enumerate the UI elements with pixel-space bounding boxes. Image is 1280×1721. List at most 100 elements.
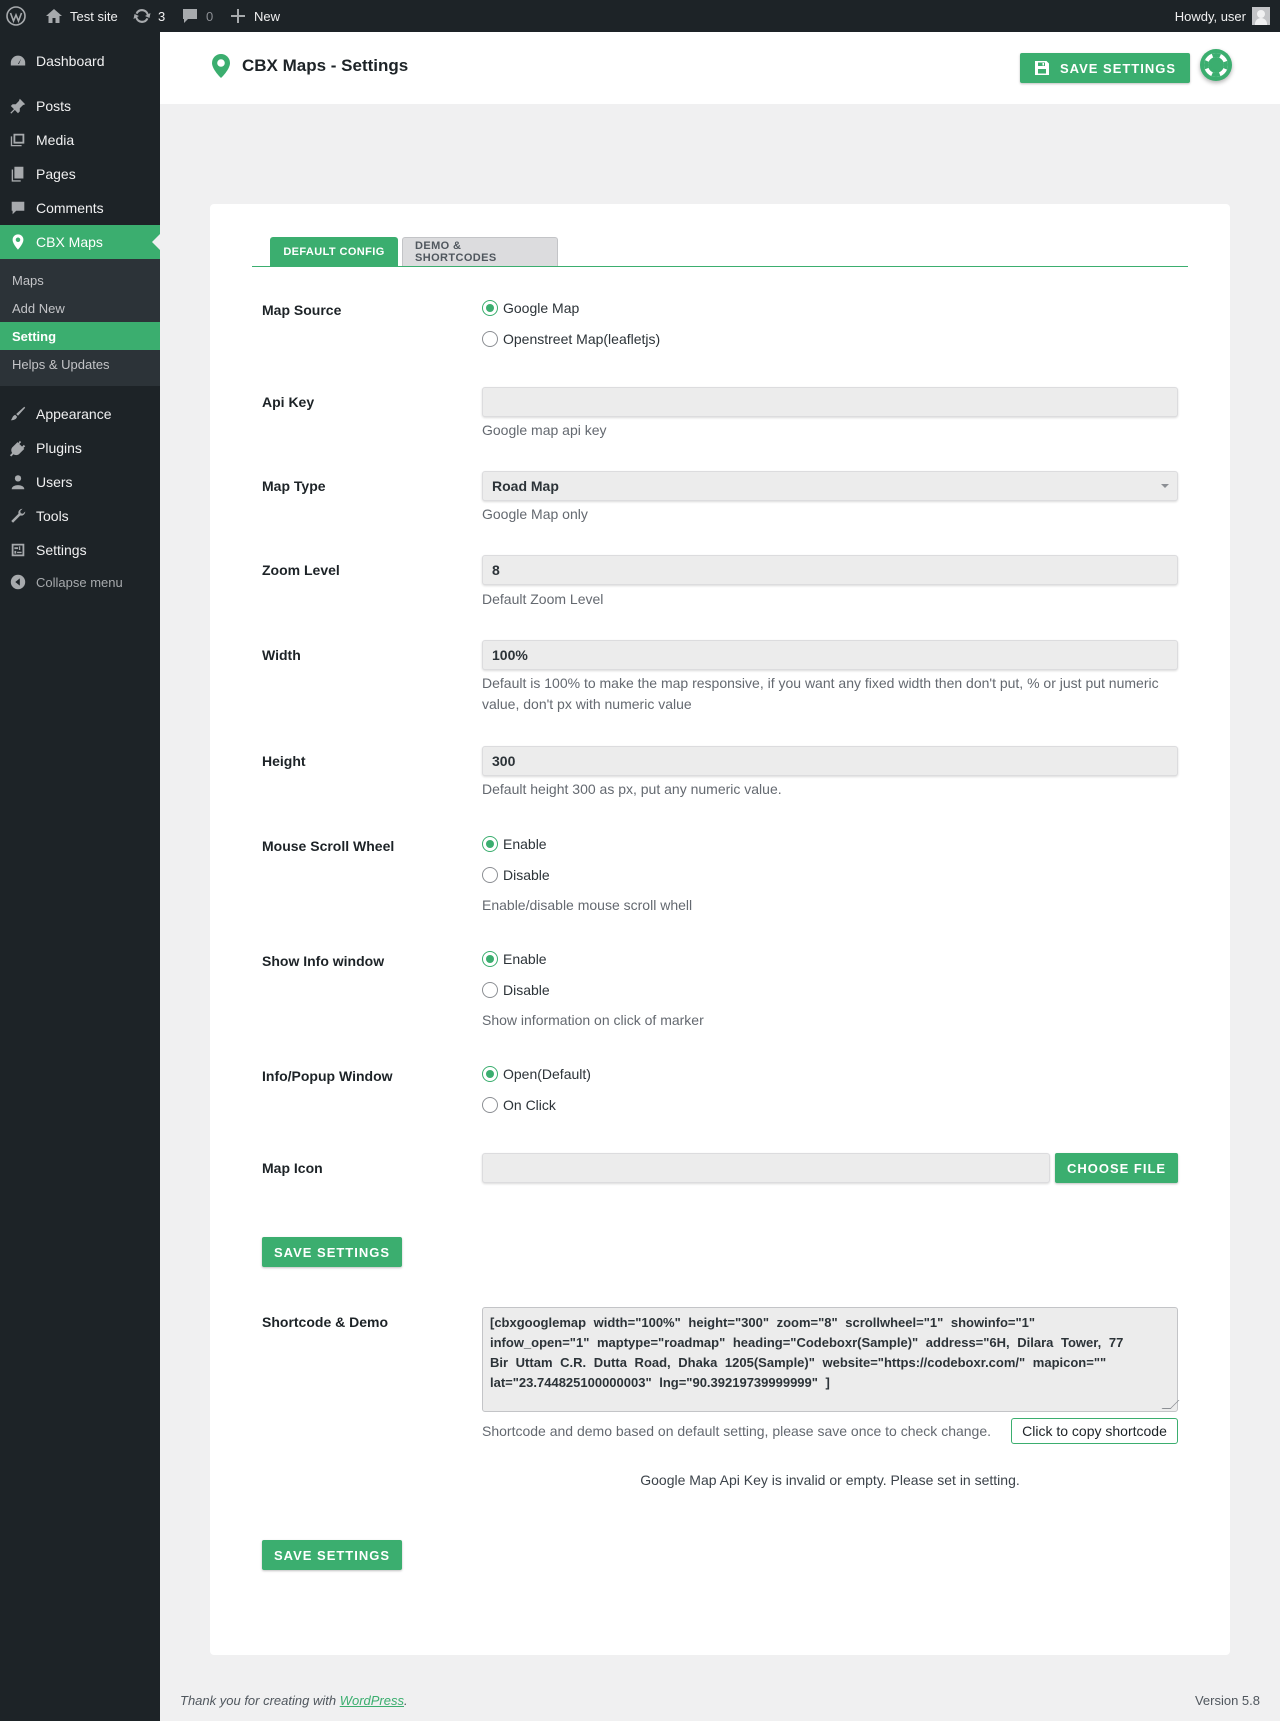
zoom-level-label: Zoom Level [262, 562, 340, 578]
zoom-level-description: Default Zoom Level [482, 591, 604, 607]
wrench-icon [0, 507, 36, 525]
scroll-wheel-enable-radio[interactable]: Enable [482, 836, 547, 852]
collapse-icon [0, 573, 36, 591]
sidebar-item-tools[interactable]: Tools [0, 499, 160, 533]
map-type-label: Map Type [262, 478, 326, 494]
popup-window-label: Info/Popup Window [262, 1068, 393, 1084]
radio-unchecked-icon [482, 331, 498, 347]
updates-link[interactable]: 3 [132, 0, 165, 32]
help-lifebuoy-button[interactable] [1200, 49, 1232, 81]
map-icon-label: Map Icon [262, 1160, 323, 1176]
save-settings-button[interactable]: Save Settings [262, 1237, 402, 1267]
howdy-label: Howdy, user [1174, 8, 1246, 24]
radio-unchecked-icon [482, 867, 498, 883]
new-content-link[interactable]: New [228, 0, 280, 32]
info-window-label: Show Info window [262, 953, 385, 969]
submenu-item-setting[interactable]: Setting [0, 322, 160, 350]
width-description-line2: value, don't px with numeric value [482, 696, 692, 712]
sidebar-item-posts[interactable]: Posts [0, 89, 160, 123]
collapse-label: Collapse menu [36, 574, 123, 590]
radio-checked-icon [482, 1066, 498, 1082]
footer-version: Version 5.8 [1194, 1693, 1260, 1708]
sidebar-item-label: Dashboard [36, 53, 105, 69]
scroll-wheel-description: Enable/disable mouse scroll whell [482, 897, 693, 913]
popup-window-onclick-radio[interactable]: On Click [482, 1097, 556, 1113]
map-type-select[interactable]: Road Map [482, 471, 1178, 501]
sidebar-item-plugins[interactable]: Plugins [0, 431, 160, 465]
radio-unchecked-icon [482, 982, 498, 998]
zoom-level-input[interactable]: 8 [482, 555, 1178, 585]
map-source-openstreet-radio[interactable]: Openstreet Map(leafletjs) [482, 331, 660, 347]
submenu-item-maps[interactable]: Maps [0, 266, 160, 294]
sidebar-item-pages[interactable]: Pages [0, 157, 160, 191]
submenu-item-helps-updates[interactable]: Helps & Updates [0, 350, 160, 378]
sidebar-item-appearance[interactable]: Appearance [0, 397, 160, 431]
scroll-wheel-disable-radio[interactable]: Disable [482, 867, 550, 883]
radio-label: Disable [503, 867, 550, 883]
map-type-description: Google Map only [482, 506, 588, 522]
api-key-label: Api Key [262, 394, 315, 410]
width-label: Width [262, 647, 301, 663]
admin-bar: Test site 3 0 New Howdy, user [0, 0, 1280, 32]
shortcode-line: Bir Uttam C.R. Dutta Road, Dhaka 1205(Sa… [490, 1355, 1107, 1370]
wordpress-link[interactable]: WordPress [340, 1693, 404, 1708]
cbx-maps-submenu: Maps Add New Setting Helps & Updates [0, 259, 160, 386]
user-menu[interactable]: Howdy, user [1175, 0, 1270, 32]
radio-checked-icon [482, 836, 498, 852]
tab-default-config[interactable]: Default Config [270, 237, 398, 266]
collapse-menu-button[interactable]: Collapse menu [0, 565, 160, 599]
submenu-item-add-new[interactable]: Add New [0, 294, 160, 322]
popup-window-open-radio[interactable]: Open(Default) [482, 1066, 591, 1082]
page-title: CBX Maps - Settings [210, 32, 408, 100]
height-input[interactable]: 300 [482, 746, 1178, 776]
map-source-google-radio[interactable]: Google Map [482, 300, 579, 316]
scroll-wheel-label: Mouse Scroll Wheel [262, 838, 395, 854]
copy-shortcode-button[interactable]: Click to copy shortcode [1011, 1418, 1178, 1444]
dashboard-icon [0, 52, 36, 70]
header-save-label: Save Settings [1059, 60, 1177, 76]
footer-thanks: Thank you for creating with WordPress. [180, 1693, 408, 1708]
save-settings-button-bottom[interactable]: Save Settings [262, 1540, 402, 1570]
comments-link[interactable]: 0 [180, 0, 213, 32]
map-icon-input[interactable] [482, 1153, 1050, 1183]
radio-label: Enable [503, 836, 547, 852]
map-pin-icon [212, 54, 230, 78]
updates-count: 3 [158, 8, 166, 24]
admin-sidebar: Dashboard Posts Media Pages Comments CBX… [0, 32, 160, 1721]
width-description-line1: Default is 100% to make the map responsi… [482, 675, 1159, 691]
map-pin-icon [0, 233, 36, 251]
header-save-settings-button[interactable]: Save Settings [1020, 53, 1190, 83]
settings-tabs: Default Config Demo & Shortcodes [252, 237, 1188, 267]
width-input[interactable]: 100% [482, 640, 1178, 670]
updates-icon [132, 6, 152, 26]
comments-count: 0 [206, 8, 214, 24]
sidebar-item-label: Plugins [36, 440, 82, 456]
sidebar-item-dashboard[interactable]: Dashboard [0, 44, 160, 78]
sidebar-item-label: Appearance [36, 406, 112, 422]
site-name-link[interactable]: Test site [44, 0, 118, 32]
sidebar-item-label: Comments [36, 200, 104, 216]
wordpress-logo-icon[interactable] [6, 0, 26, 32]
api-key-input[interactable] [482, 387, 1178, 417]
shortcode-textarea[interactable]: [cbxgooglemap width="100%" height="300" … [482, 1307, 1178, 1412]
choose-file-button[interactable]: Choose File [1055, 1153, 1178, 1183]
shortcode-label: Shortcode & Demo [262, 1314, 389, 1330]
info-window-enable-radio[interactable]: Enable [482, 951, 547, 967]
sidebar-item-cbx-maps[interactable]: CBX Maps [0, 225, 160, 259]
info-window-disable-radio[interactable]: Disable [482, 982, 550, 998]
user-icon [0, 473, 36, 491]
radio-label: On Click [503, 1097, 556, 1113]
sidebar-item-settings[interactable]: Settings [0, 533, 160, 567]
tab-demo-shortcodes[interactable]: Demo & Shortcodes [402, 237, 558, 266]
radio-label: Enable [503, 951, 547, 967]
sidebar-item-comments[interactable]: Comments [0, 191, 160, 225]
page-header: CBX Maps - Settings Save Settings [160, 32, 1280, 104]
sidebar-item-users[interactable]: Users [0, 465, 160, 499]
media-icon [0, 131, 36, 149]
height-description: Default height 300 as px, put any numeri… [482, 781, 782, 797]
sidebar-item-media[interactable]: Media [0, 123, 160, 157]
plus-icon [228, 6, 248, 26]
page-title-text: CBX Maps - Settings [242, 56, 409, 75]
settings-card: Default Config Demo & Shortcodes Map Sou… [210, 204, 1230, 1655]
pin-icon [0, 97, 36, 115]
